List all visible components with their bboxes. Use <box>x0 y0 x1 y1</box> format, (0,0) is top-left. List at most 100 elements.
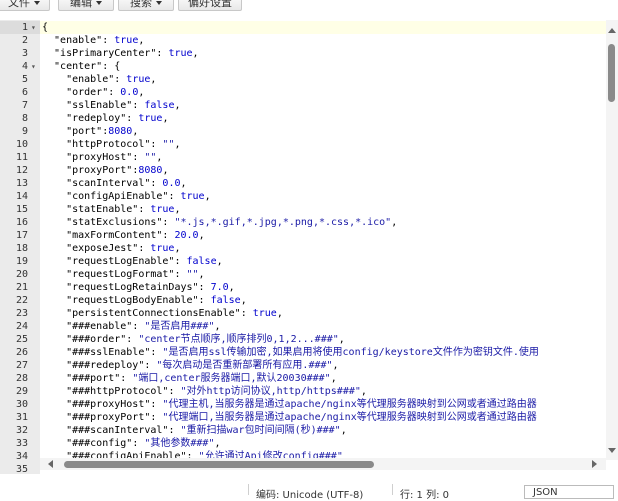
code-line[interactable]: "proxyHost": "", <box>42 151 162 164</box>
code-token: false <box>186 256 217 267</box>
vertical-scroll-thumb[interactable] <box>608 44 615 102</box>
code-token: true <box>150 204 175 215</box>
code-token: : <box>198 295 211 306</box>
code-token: : <box>198 282 211 293</box>
code-line[interactable]: "###redeploy": "每次启动是否重新部署所有应用.###", <box>42 359 338 372</box>
code-token: : <box>144 360 157 371</box>
code-line[interactable]: "exposeJest": true, <box>42 242 180 255</box>
code-line[interactable]: "proxyPort":8080, <box>42 164 168 177</box>
horizontal-scrollbar[interactable] <box>40 458 606 470</box>
fold-toggle-icon[interactable]: ▾ <box>31 21 36 34</box>
code-token: : <box>168 425 181 436</box>
horizontal-scroll-thumb[interactable] <box>64 461 374 468</box>
fold-toggle-icon[interactable]: ▾ <box>31 60 36 73</box>
code-token: : <box>162 217 175 228</box>
code-line[interactable]: "enable": true, <box>42 34 144 47</box>
code-token: , <box>138 87 145 98</box>
line-number: 25 <box>15 334 28 345</box>
code-line[interactable]: "###order": "center节点顺序,顺序排列0,1,2...###"… <box>42 333 345 346</box>
code-token: false <box>144 100 175 111</box>
code-line[interactable]: "order": 0.0, <box>42 86 144 99</box>
code-token: "每次启动是否重新部署所有应用.###" <box>156 360 333 371</box>
file-menu-button[interactable]: 文件 <box>0 0 50 11</box>
line-number: 11 <box>15 152 28 163</box>
code-line[interactable]: "httpProtocol": "", <box>42 138 181 151</box>
code-line[interactable]: "statExclusions": "*.js,*.gif,*.jpg,*.pn… <box>42 216 397 229</box>
code-line[interactable]: "scanInterval": 0.0, <box>42 177 186 190</box>
code-line[interactable]: "###enable": "是否启用###", <box>42 320 220 333</box>
code-token: : <box>150 347 163 358</box>
line-number: 6 <box>21 87 28 98</box>
json-editor[interactable]: 1 ▾ 2 3 4 ▾ 5 6 7 8 9 10 11 12 13 14 15 16 17 18 19 20 21 22 23 2… <box>0 20 618 474</box>
search-menu-button[interactable]: 搜索 <box>118 0 174 11</box>
code-line[interactable]: "configApiEnable": true, <box>42 190 211 203</box>
code-line[interactable]: { <box>42 21 48 34</box>
encoding-status: 编码: Unicode (UTF-8) <box>256 490 364 501</box>
code-line[interactable]: "###sslEnable": "是否启用ssl传输加密,如果启用将使用conf… <box>42 346 539 359</box>
code-token: , <box>162 165 169 176</box>
code-line[interactable]: "port":8080, <box>42 125 138 138</box>
scroll-left-icon[interactable] <box>48 460 53 468</box>
code-token: "###httpProtocol" <box>42 386 169 397</box>
scroll-up-icon[interactable] <box>608 28 616 33</box>
vertical-scrollbar[interactable] <box>606 20 618 460</box>
code-token: "*.js,*.gif,*.jpg,*.png,*.css,*.ico" <box>174 217 392 228</box>
code-token: : <box>132 321 145 332</box>
code-token: : { <box>102 61 121 72</box>
code-line[interactable]: "###proxyPort": "代理端口,当服务器是通过apache/ngin… <box>42 411 537 424</box>
language-select[interactable]: JSON <box>524 485 614 499</box>
code-token: "###sslEnable" <box>42 347 151 358</box>
code-line[interactable]: "maxFormContent": 20.0, <box>42 229 205 242</box>
code-line[interactable]: "###port": "端口,center服务器端口,默认20030###", <box>42 372 337 385</box>
line-number: 14 <box>15 191 28 202</box>
code-token: , <box>240 295 247 306</box>
code-token: "enable" <box>42 35 103 46</box>
code-token: "proxyHost" <box>42 152 133 163</box>
code-token: true <box>114 35 139 46</box>
scroll-right-icon[interactable] <box>592 460 597 468</box>
code-line[interactable]: "persistentConnectionsEnable": true, <box>42 307 283 320</box>
code-line[interactable]: "requestLogFormat": "", <box>42 268 205 281</box>
line-number: 27 <box>15 360 28 371</box>
code-line[interactable]: "###scanInterval": "重新扫描war包时间间隔(秒)###", <box>42 424 347 437</box>
code-line[interactable]: "enable": true, <box>42 73 156 86</box>
code-line[interactable]: "isPrimaryCenter": true, <box>42 47 199 60</box>
scroll-down-icon[interactable] <box>608 448 616 453</box>
code-line[interactable]: "requestLogEnable": false, <box>42 255 223 268</box>
code-token: "是否启用###" <box>144 321 215 332</box>
code-line[interactable]: "###config": "其他参数###", <box>42 437 220 450</box>
preferences-button[interactable]: 偏好设置 <box>178 0 242 11</box>
code-line[interactable]: "requestLogBodyEnable": false, <box>42 294 247 307</box>
code-token: "###enable" <box>42 321 133 332</box>
line-number: 33 <box>15 438 28 449</box>
line-number: 30 <box>15 399 28 410</box>
code-token: , <box>391 217 398 228</box>
code-line[interactable]: "requestLogRetainDays": 7.0, <box>42 281 235 294</box>
language-select-value: JSON <box>533 487 558 498</box>
code-token: "requestLogBodyEnable" <box>42 295 199 306</box>
code-line[interactable]: "redeploy": true, <box>42 112 168 125</box>
code-token: : <box>132 152 145 163</box>
code-token: "其他参数###" <box>144 438 215 449</box>
code-token: "proxyPort" <box>42 165 133 176</box>
code-token: : <box>102 35 115 46</box>
edit-menu-button[interactable]: 编辑 <box>58 0 114 11</box>
code-token: : <box>162 230 175 241</box>
code-token: { <box>42 22 49 33</box>
code-token: : <box>108 87 121 98</box>
line-number: 31 <box>15 412 28 423</box>
code-token: "对外http访问协议,http/https###" <box>180 386 361 397</box>
code-token: : <box>150 412 163 423</box>
code-token: 0.0 <box>120 87 139 98</box>
code-token: , <box>174 139 181 150</box>
code-token: , <box>340 425 347 436</box>
code-line[interactable]: "###proxyHost": "代理主机,当服务器是通过apache/ngin… <box>42 398 537 411</box>
code-token: "center节点顺序,顺序排列0,1,2...###" <box>138 334 339 345</box>
code-token: "sslEnable" <box>42 100 133 111</box>
code-token: "###config" <box>42 438 133 449</box>
code-line[interactable]: "sslEnable": false, <box>42 99 180 112</box>
code-token: 0.0 <box>162 178 181 189</box>
code-line[interactable]: "center": { <box>42 60 120 73</box>
code-line[interactable]: "###httpProtocol": "对外http访问协议,http/http… <box>42 385 367 398</box>
code-line[interactable]: "statEnable": true, <box>42 203 180 216</box>
